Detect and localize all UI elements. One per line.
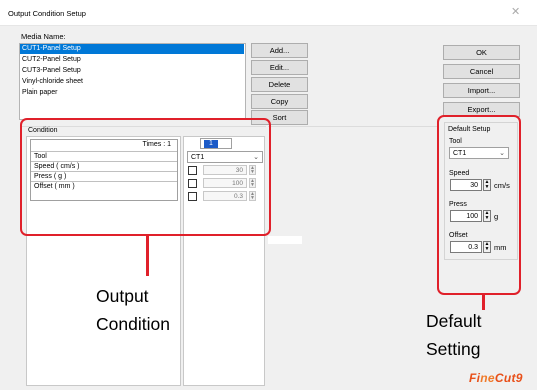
- media-listbox[interactable]: CUT1-Panel Setup CUT2-Panel Setup CUT3-P…: [19, 43, 246, 120]
- media-list-item[interactable]: CUT3-Panel Setup: [20, 66, 244, 76]
- edit-button[interactable]: Edit...: [251, 60, 308, 75]
- import-button[interactable]: Import...: [443, 83, 520, 98]
- scroll-indicator: [268, 236, 302, 244]
- media-name-label: Media Name:: [21, 32, 66, 41]
- output-condition-highlight: [20, 118, 271, 236]
- default-setting-callout: Default Setting: [426, 311, 482, 359]
- media-list-item[interactable]: CUT2-Panel Setup: [20, 55, 244, 65]
- group-line: [268, 126, 438, 127]
- finecut-logo: FineCut9: [469, 371, 523, 385]
- media-list-item[interactable]: CUT1-Panel Setup: [20, 44, 244, 54]
- default-setting-highlight: [437, 115, 521, 295]
- add-button[interactable]: Add...: [251, 43, 308, 58]
- close-icon[interactable]: ✕: [511, 5, 520, 18]
- media-list-item[interactable]: Plain paper: [20, 88, 244, 98]
- window-title: Output Condition Setup: [8, 9, 86, 18]
- copy-button[interactable]: Copy: [251, 94, 308, 109]
- output-condition-pointer: [146, 236, 149, 276]
- media-list-item[interactable]: Vinyl-chloride sheet: [20, 77, 244, 87]
- delete-button[interactable]: Delete: [251, 77, 308, 92]
- cancel-button[interactable]: Cancel: [443, 64, 520, 79]
- output-condition-callout: Output Condition: [96, 286, 170, 334]
- ok-button[interactable]: OK: [443, 45, 520, 60]
